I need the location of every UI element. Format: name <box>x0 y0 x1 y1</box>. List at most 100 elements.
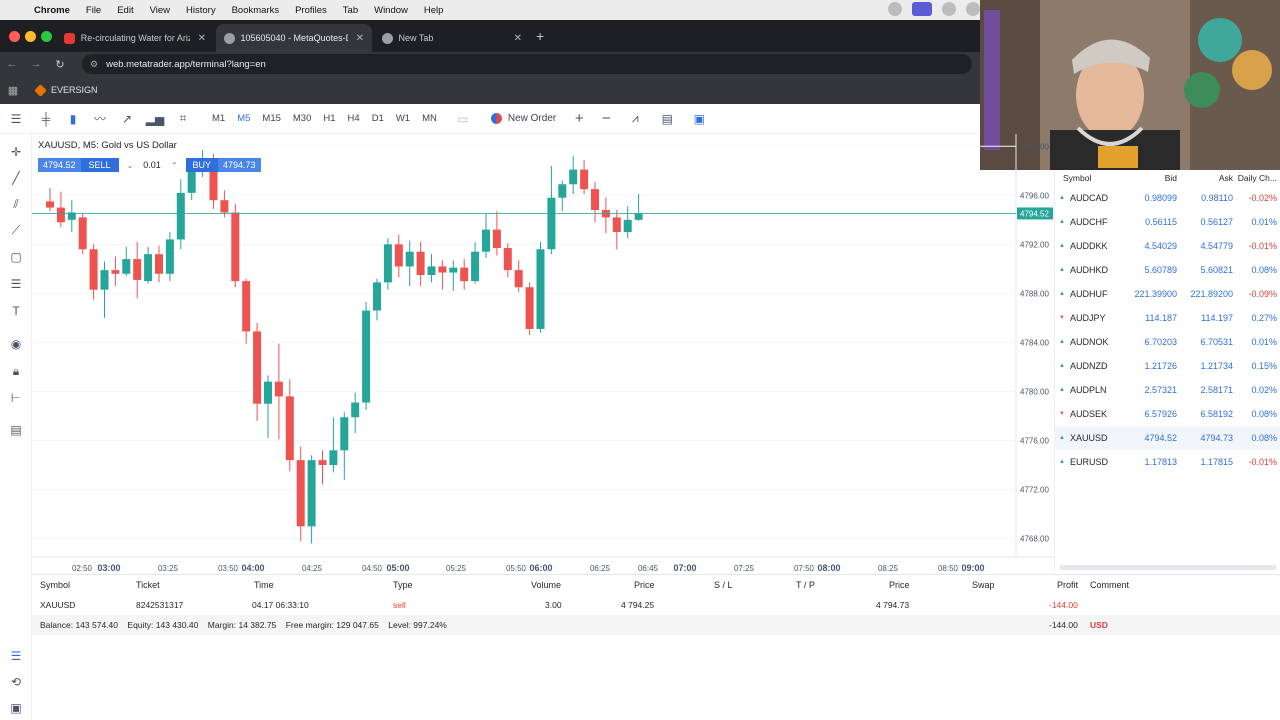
market-watch-row-audcad[interactable]: ▲ AUDCAD 0.98099 0.98110 -0.02% <box>1055 186 1280 210</box>
one-click-trading-icon[interactable]: ▭ <box>443 104 483 134</box>
pos-header-sl[interactable]: S / L <box>714 580 733 590</box>
objects-tree-icon[interactable]: ⊢ <box>6 388 26 408</box>
market-watch-row-eurusd[interactable]: ▲ EURUSD 1.17813 1.17815 -0.01% <box>1055 450 1280 474</box>
rectangle-tool-icon[interactable]: ▢ <box>6 247 26 267</box>
timeframe-mn[interactable]: MN <box>416 104 443 134</box>
layers-icon[interactable]: ▤ <box>6 420 26 440</box>
back-arrow-icon[interactable]: ← <box>0 58 24 70</box>
menu-window[interactable]: Window <box>366 5 416 16</box>
timeframe-m5[interactable]: M5 <box>231 104 256 134</box>
market-watch-row-xauusd[interactable]: ▲ XAUUSD 4794.52 4794.73 0.08% <box>1055 426 1280 450</box>
text-tool-icon[interactable]: T <box>6 301 26 321</box>
close-tab-icon[interactable]: ✕ <box>198 33 206 44</box>
close-window-icon[interactable] <box>9 31 20 42</box>
column-ask[interactable]: Ask <box>1177 173 1233 183</box>
journal-icon[interactable]: ▣ <box>6 698 26 718</box>
pos-header-current-price[interactable]: Price <box>889 580 910 590</box>
ray-tool-icon[interactable]: ⟋ <box>6 220 26 240</box>
indicator-list-icon[interactable]: ⩘ <box>618 104 652 134</box>
minimize-window-icon[interactable] <box>25 31 36 42</box>
menu-help[interactable]: Help <box>416 5 452 16</box>
trendline-tool-icon[interactable]: ╱ <box>6 168 26 188</box>
browser-tab-1[interactable]: Re-circulating Water for Arizo ✕ <box>56 24 214 52</box>
timeframe-h4[interactable]: H4 <box>342 104 366 134</box>
zoom-out-icon[interactable]: − <box>594 104 618 134</box>
menu-view[interactable]: View <box>142 5 178 16</box>
trade-list-icon[interactable]: ☰ <box>6 646 26 666</box>
visibility-eye-icon[interactable]: ◉ <box>6 334 26 354</box>
zoom-window-icon[interactable] <box>41 31 52 42</box>
chevron-down-icon[interactable]: ⌄ <box>127 161 134 170</box>
chevron-up-icon[interactable]: ⌃ <box>171 161 178 170</box>
column-symbol[interactable]: Symbol <box>1055 173 1121 183</box>
market-watch-row-audnzd[interactable]: ▲ AUDNZD 1.21726 1.21734 0.15% <box>1055 354 1280 378</box>
market-watch-row-audnok[interactable]: ▲ AUDNOK 6.70203 6.70531 0.01% <box>1055 330 1280 354</box>
pos-header-time[interactable]: Time <box>254 580 274 590</box>
lock-icon[interactable]: 🔒︎ <box>6 361 26 381</box>
indicators-icon[interactable]: ⌗ <box>170 104 196 134</box>
bookmark-eversign[interactable]: EVERSIGN <box>26 83 98 97</box>
new-tab-button[interactable]: + <box>536 28 544 44</box>
browser-tab-2[interactable]: 105605040 - MetaQuotes-De ✕ <box>216 24 372 52</box>
pos-header-comment[interactable]: Comment <box>1090 580 1129 590</box>
pos-header-tp[interactable]: T / P <box>796 580 815 590</box>
address-bar[interactable]: ⚙ web.metatrader.app/terminal?lang=en <box>82 54 972 74</box>
pos-header-profit[interactable]: Profit <box>1057 580 1078 590</box>
market-watch-row-auddkk[interactable]: ▲ AUDDKK 4.54029 4.54779 -0.01% <box>1055 234 1280 258</box>
menu-history[interactable]: History <box>178 5 224 16</box>
column-daily-change[interactable]: Daily Ch... <box>1233 173 1277 183</box>
menu-chrome[interactable]: Chrome <box>26 5 78 16</box>
volume-indicator-icon[interactable]: ▂▅ <box>140 104 170 134</box>
timeframe-m1[interactable]: M1 <box>206 104 231 134</box>
timeframe-m30[interactable]: M30 <box>287 104 317 134</box>
pos-header-volume[interactable]: Volume <box>531 580 561 590</box>
pos-header-ticket[interactable]: Ticket <box>136 580 160 590</box>
timeframe-d1[interactable]: D1 <box>366 104 390 134</box>
buy-button[interactable]: BUY 4794.73 <box>185 158 261 172</box>
timeframe-w1[interactable]: W1 <box>390 104 416 134</box>
timeframe-h1[interactable]: H1 <box>317 104 341 134</box>
candlestick-chart-type-icon[interactable]: ▮ <box>60 104 86 134</box>
apps-grid-icon[interactable]: ▦ <box>0 84 26 97</box>
menu-file[interactable]: File <box>78 5 109 16</box>
market-watch-row-audhkd[interactable]: ▲ AUDHKD 5.60789 5.60821 0.08% <box>1055 258 1280 282</box>
history-clock-icon[interactable]: ⟲ <box>6 672 26 692</box>
market-watch-row-audhuf[interactable]: ▲ AUDHUF 221.39900 221.89200 -0.09% <box>1055 282 1280 306</box>
menu-edit[interactable]: Edit <box>109 5 141 16</box>
market-watch-row-audsek[interactable]: ▼ AUDSEK 6.57926 6.58192 0.08% <box>1055 402 1280 426</box>
reload-icon[interactable]: ↻ <box>48 58 72 71</box>
status-tray-icon-2[interactable] <box>942 2 956 16</box>
forward-arrow-icon[interactable]: → <box>24 58 48 70</box>
line-chart-type-icon[interactable]: 〰 <box>86 104 114 134</box>
sell-button[interactable]: 4794.52 SELL <box>38 158 119 172</box>
close-tab-icon[interactable]: ✕ <box>356 33 364 44</box>
crosshair-icon[interactable]: ✛ <box>6 142 26 162</box>
price-chart[interactable]: 4800.00 4796.00 4792.00 4788.00 4784.00 4780.… <box>32 134 1054 574</box>
lot-size-input[interactable]: ⌄ 0.01 ⌃ <box>119 160 186 170</box>
horizontal-scrollbar[interactable] <box>1059 565 1277 570</box>
status-tray-icon[interactable] <box>888 2 902 16</box>
close-tab-icon[interactable]: ✕ <box>514 33 522 44</box>
candlestick-chart-svg[interactable]: 4800.00 4796.00 4792.00 4788.00 4784.00 4780.… <box>32 134 1054 574</box>
timeframe-m15[interactable]: M15 <box>256 104 286 134</box>
trend-indicator-icon[interactable]: ↗ <box>114 104 140 134</box>
menu-profiles[interactable]: Profiles <box>287 5 335 16</box>
pos-header-swap[interactable]: Swap <box>972 580 995 590</box>
pos-header-price[interactable]: Price <box>634 580 655 590</box>
browser-tab-3[interactable]: New Tab ✕ <box>374 24 530 52</box>
market-watch-row-audpln[interactable]: ▲ AUDPLN 2.57321 2.58171 0.02% <box>1055 378 1280 402</box>
status-tray-app-icon[interactable] <box>912 2 932 16</box>
chart-window-icon[interactable]: ▣ <box>682 104 716 134</box>
parallel-channel-icon[interactable]: ⫽ <box>6 194 26 214</box>
bar-chart-type-icon[interactable]: ╪ <box>32 104 60 134</box>
pos-header-type[interactable]: Type <box>393 580 413 590</box>
pos-header-symbol[interactable]: Symbol <box>40 580 70 590</box>
market-watch-row-audchf[interactable]: ▲ AUDCHF 0.56115 0.56127 0.01% <box>1055 210 1280 234</box>
status-tray-icon-3[interactable] <box>966 2 980 16</box>
column-bid[interactable]: Bid <box>1121 173 1177 183</box>
zoom-in-icon[interactable]: + <box>564 104 594 134</box>
calendar-icon[interactable]: ▤ <box>652 104 682 134</box>
site-info-icon[interactable]: ⚙ <box>90 59 98 70</box>
fibonacci-tool-icon[interactable]: ☰ <box>6 274 26 294</box>
market-watch-row-audjpy[interactable]: ▼ AUDJPY 114.187 114.197 0.27% <box>1055 306 1280 330</box>
